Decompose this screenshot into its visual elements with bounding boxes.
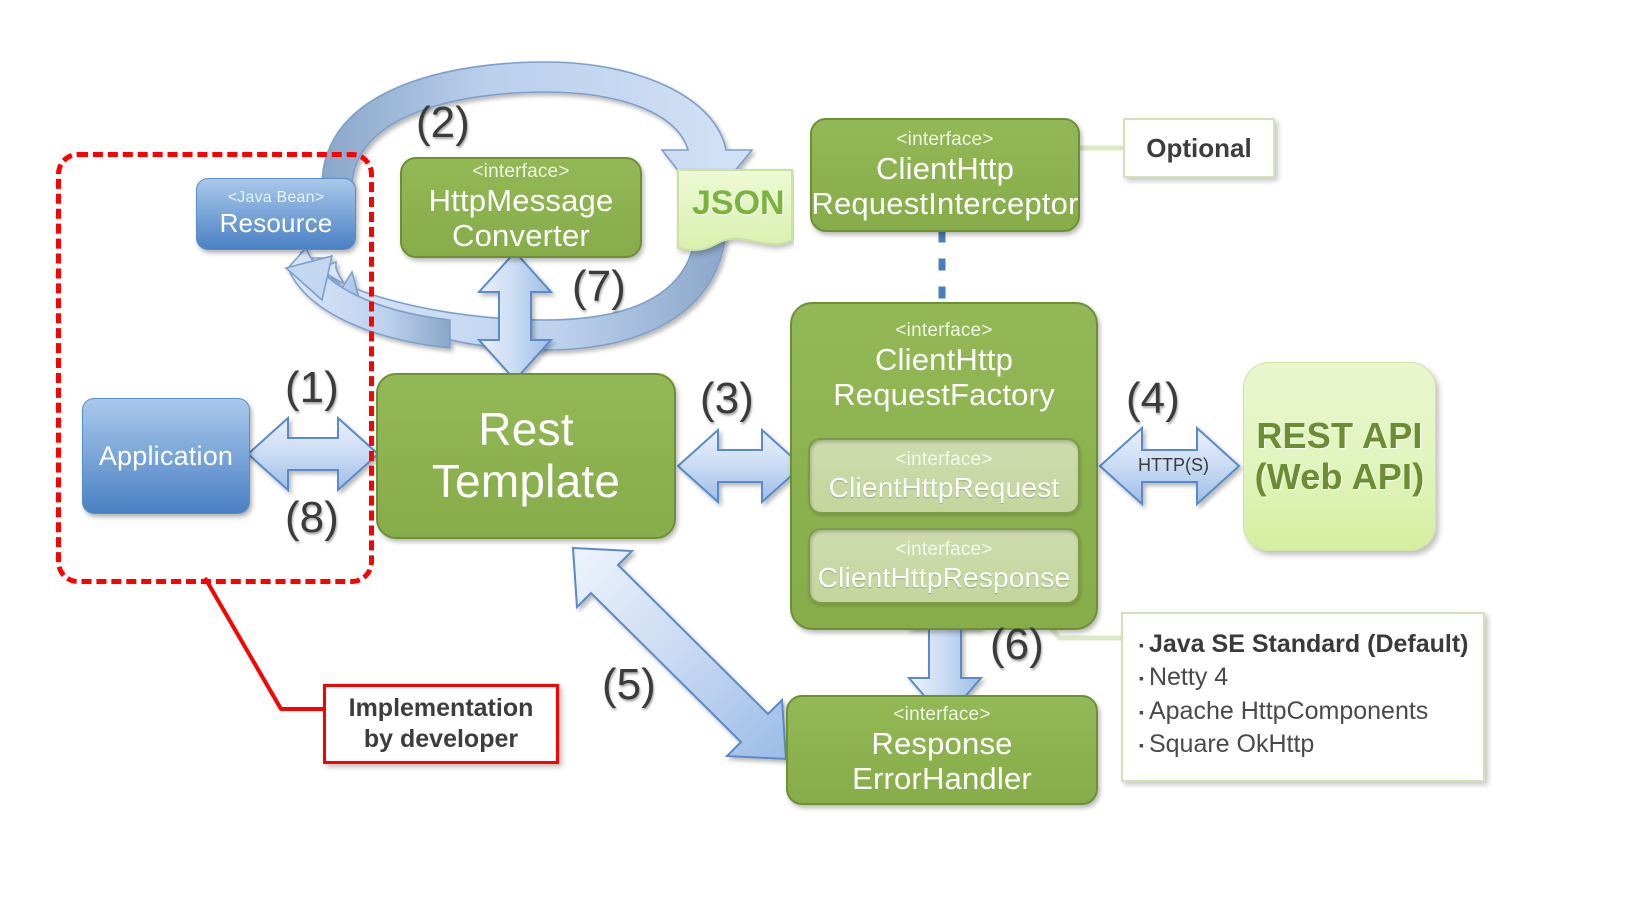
list-item: Square OkHttp <box>1139 728 1467 761</box>
diagram-canvas: <Java Bean> Resource Application <interf… <box>0 0 1639 922</box>
rest-template-title-line2: Template <box>431 455 621 507</box>
step-label-8: (8) <box>285 493 339 542</box>
request-factory-stereotype: <interface> <box>895 320 993 341</box>
step-label-5: (5) <box>602 660 656 709</box>
arrow-step-5 <box>571 546 788 761</box>
step-label-3: (3) <box>700 374 754 423</box>
client-http-response-title: ClientHttpResponse <box>817 561 1071 593</box>
callout-request-factory-implementations: Java SE Standard (Default) Netty 4 Apach… <box>1121 612 1485 782</box>
resource-title: Resource <box>219 208 333 239</box>
node-client-http-request[interactable]: <interface> ClientHttpRequest <box>808 438 1080 514</box>
node-client-http-response[interactable]: <interface> ClientHttpResponse <box>808 528 1080 604</box>
request-factory-title-line1: ClientHttp <box>874 342 1014 378</box>
interceptor-title-line1: ClientHttp <box>875 150 1015 186</box>
client-http-request-title: ClientHttpRequest <box>828 471 1060 503</box>
step-label-7: (7) <box>572 262 626 311</box>
edge-label-https: HTTP(S) <box>1138 455 1209 475</box>
callout-optional: Optional <box>1123 118 1275 178</box>
rest-api-title-line1: REST API <box>1256 415 1423 457</box>
step-label-2: (2) <box>416 98 470 147</box>
factory-impl-list: Java SE Standard (Default) Netty 4 Apach… <box>1139 628 1469 761</box>
node-rest-api[interactable]: REST API (Web API) <box>1243 362 1436 551</box>
callout-optional-text: Optional <box>1146 132 1252 163</box>
node-response-error-handler[interactable]: <interface> Response ErrorHandler <box>786 695 1098 805</box>
http-message-converter-title-line1: HttpMessage <box>428 183 614 219</box>
node-rest-template[interactable]: Rest Template <box>376 373 676 539</box>
node-resource[interactable]: <Java Bean> Resource <box>196 178 356 250</box>
resource-stereotype: <Java Bean> <box>227 189 325 207</box>
node-http-message-converter[interactable]: <interface> HttpMessage Converter <box>400 157 642 258</box>
callout-implementation-by-developer: Implementation by developer <box>323 684 559 764</box>
list-item: Java SE Standard (Default) <box>1139 628 1469 661</box>
response-error-handler-title-line1: Response <box>871 725 1013 761</box>
node-client-http-request-interceptor[interactable]: <interface> ClientHttp RequestIntercepto… <box>810 118 1080 232</box>
response-error-handler-stereotype: <interface> <box>893 703 991 725</box>
interceptor-stereotype: <interface> <box>896 128 994 150</box>
request-factory-title-line2: RequestFactory <box>833 376 1055 412</box>
client-http-response-stereotype: <interface> <box>895 538 993 560</box>
step-label-1: (1) <box>285 363 339 412</box>
client-http-request-stereotype: <interface> <box>895 448 993 470</box>
callout-implementation-line1: Implementation <box>348 693 534 722</box>
interceptor-title-line2: RequestInterceptor <box>811 185 1079 221</box>
node-application[interactable]: Application <box>82 398 250 514</box>
list-item: Apache HttpComponents <box>1139 695 1467 728</box>
list-item: Netty 4 <box>1139 661 1467 694</box>
arrow-step-3 <box>676 427 804 505</box>
response-error-handler-title-line2: ErrorHandler <box>852 760 1032 796</box>
step-label-6: (6) <box>990 620 1044 669</box>
callout-implementation-line2: by developer <box>363 725 519 753</box>
arrow-converter-resttemplate <box>476 250 554 382</box>
callout-leader-implementation <box>203 576 325 711</box>
rest-template-title-line1: Rest <box>478 403 574 456</box>
application-title: Application <box>98 440 234 471</box>
http-message-converter-title-line2: Converter <box>452 218 590 254</box>
json-label: JSON <box>692 184 785 222</box>
http-message-converter-stereotype: <interface> <box>472 161 570 183</box>
step-label-4: (4) <box>1126 374 1180 423</box>
rest-api-title-line2: (Web API) <box>1254 455 1425 497</box>
